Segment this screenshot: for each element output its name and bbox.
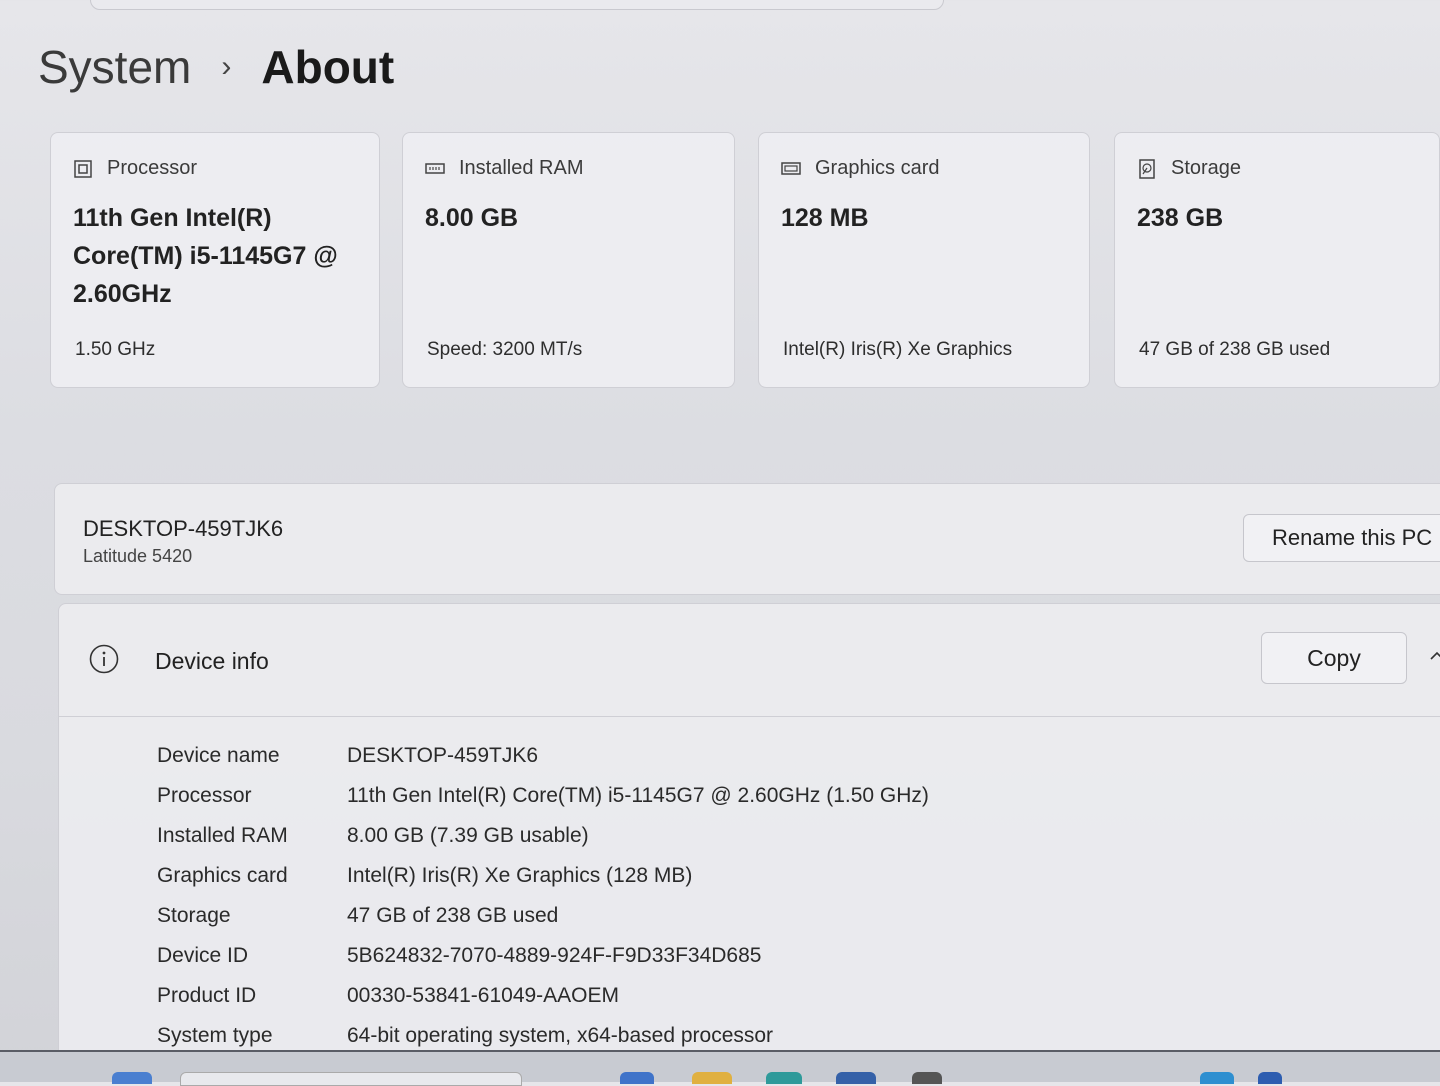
device-info-title: Device info	[155, 648, 269, 674]
spec-value: 64-bit operating system, x64-based proce…	[347, 1024, 774, 1047]
card-label: Graphics card	[815, 157, 940, 179]
chevron-up-icon[interactable]	[1429, 648, 1440, 664]
spec-row: Processor 11th Gen Intel(R) Core(TM) i5-…	[157, 776, 929, 816]
spec-row: Storage 47 GB of 238 GB used	[157, 896, 929, 936]
card-header: Graphics card	[781, 157, 940, 180]
breadcrumb: System › About	[38, 40, 394, 94]
copy-button[interactable]: Copy	[1261, 632, 1407, 684]
storage-icon	[1139, 158, 1155, 179]
pc-name-panel: DESKTOP-459TJK6 Latitude 5420 Rename thi…	[54, 483, 1440, 595]
device-info-panel: Device info Copy Device name DESKTOP-459…	[58, 603, 1440, 1063]
card-header: Processor	[73, 157, 197, 180]
spec-row: Product ID 00330-53841-61049-AAOEM	[157, 976, 929, 1016]
spec-label: System type	[157, 1024, 273, 1047]
spec-label: Device ID	[157, 944, 249, 967]
processor-card: Processor 11th Gen Intel(R) Core(TM) i5-…	[50, 132, 380, 388]
page-title: About	[261, 41, 395, 93]
card-sub: Speed: 3200 MT/s	[427, 339, 583, 360]
card-label: Storage	[1171, 157, 1242, 179]
spec-row: Installed RAM 8.00 GB (7.39 GB usable)	[157, 816, 929, 856]
breadcrumb-separator: ›	[221, 50, 232, 83]
taskbar	[0, 1050, 1440, 1086]
browser-icon[interactable]	[766, 1072, 802, 1084]
ram-card: Installed RAM 8.00 GB Speed: 3200 MT/s	[402, 132, 735, 388]
settings-icon[interactable]	[912, 1072, 942, 1084]
card-sub: 47 GB of 238 GB used	[1139, 339, 1331, 360]
spec-label: Product ID	[157, 984, 257, 1007]
card-value: 8.00 GB	[425, 204, 519, 232]
spec-value: 00330-53841-61049-AAOEM	[347, 984, 620, 1007]
spec-label: Installed RAM	[157, 824, 288, 847]
spec-label: Graphics card	[157, 864, 288, 887]
card-header: Storage	[1137, 157, 1241, 180]
device-spec-table: Device name DESKTOP-459TJK6 Processor 11…	[157, 736, 929, 1056]
search-bar-edge[interactable]	[90, 0, 944, 10]
spec-row: Device name DESKTOP-459TJK6	[157, 736, 929, 776]
graphics-card-icon	[781, 161, 801, 175]
rename-pc-button[interactable]: Rename this PC	[1243, 514, 1440, 562]
tray-icon[interactable]	[1200, 1072, 1234, 1084]
card-sub: 1.50 GHz	[75, 339, 156, 360]
card-sub: Intel(R) Iris(R) Xe Graphics	[783, 339, 1013, 360]
info-icon	[89, 644, 119, 674]
device-info-header[interactable]: Device info Copy	[59, 604, 1440, 717]
spec-row: Graphics card Intel(R) Iris(R) Xe Graphi…	[157, 856, 929, 896]
card-value: 11th Gen Intel(R) Core(TM) i5-1145G7 @ 2…	[73, 204, 338, 308]
breadcrumb-system[interactable]: System	[38, 40, 191, 94]
card-value: 128 MB	[781, 204, 869, 232]
storage-card: Storage 238 GB 47 GB of 238 GB used	[1114, 132, 1440, 388]
spec-value: DESKTOP-459TJK6	[347, 744, 539, 767]
taskbar-search-input[interactable]	[180, 1072, 522, 1086]
spec-value: 5B624832-7070-4889-924F-F9D33F34D685	[347, 944, 762, 967]
card-label: Installed RAM	[459, 157, 584, 179]
graphics-card: Graphics card 128 MB Intel(R) Iris(R) Xe…	[758, 132, 1090, 388]
pc-model: Latitude 5420	[83, 546, 193, 566]
start-icon[interactable]	[112, 1072, 152, 1084]
spec-value: 11th Gen Intel(R) Core(TM) i5-1145G7 @ 2…	[347, 784, 929, 807]
spec-label: Processor	[157, 784, 252, 807]
processor-icon	[74, 159, 92, 178]
spec-row: Device ID 5B624832-7070-4889-924F-F9D33F…	[157, 936, 929, 976]
spec-label: Device name	[157, 744, 280, 767]
card-header: Installed RAM	[425, 157, 584, 180]
app-icon[interactable]	[620, 1072, 654, 1084]
ram-icon	[425, 162, 445, 174]
spec-value: 47 GB of 238 GB used	[347, 904, 559, 927]
pc-name: DESKTOP-459TJK6	[83, 516, 284, 541]
spec-value: 8.00 GB (7.39 GB usable)	[347, 824, 589, 847]
spec-label: Storage	[157, 904, 231, 927]
card-value: 238 GB	[1137, 204, 1224, 232]
file-explorer-icon[interactable]	[692, 1072, 732, 1084]
store-icon[interactable]	[836, 1072, 876, 1084]
card-label: Processor	[107, 157, 198, 179]
spec-cards: Processor 11th Gen Intel(R) Core(TM) i5-…	[50, 132, 1440, 390]
spec-value: Intel(R) Iris(R) Xe Graphics (128 MB)	[347, 864, 693, 887]
tray-icon[interactable]	[1258, 1072, 1282, 1084]
